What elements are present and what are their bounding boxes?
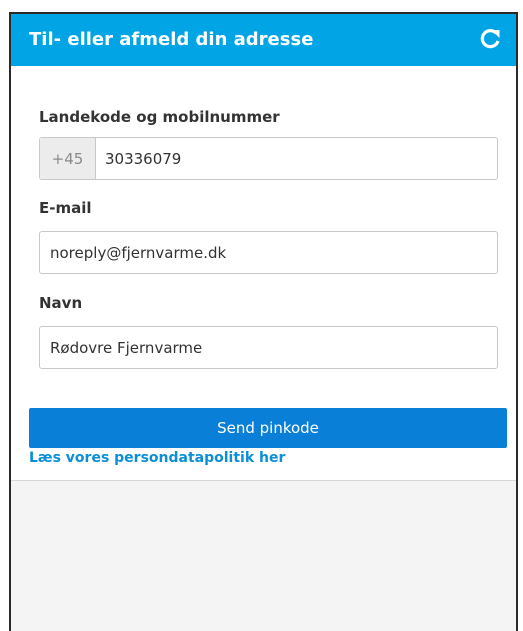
refresh-icon[interactable] [478,27,502,51]
page-title: Til- eller afmeld din adresse [29,29,314,50]
name-label: Navn [39,294,83,312]
country-code-addon: +45 [40,138,96,179]
phone-label: Landekode og mobilnummer [39,108,280,126]
mobile-number-input[interactable] [96,138,497,179]
phone-input-group: +45 [39,137,498,180]
send-pincode-button[interactable]: Send pinkode [29,408,507,448]
email-label: E-mail [39,199,92,217]
email-input-group [39,231,498,274]
window-frame: Til- eller afmeld din adresse Landekode … [9,12,518,631]
name-input[interactable] [40,327,497,368]
privacy-policy-link[interactable]: Læs vores persondatapolitik her [29,450,285,466]
email-input[interactable] [40,232,497,273]
name-input-group [39,326,498,369]
header-bar: Til- eller afmeld din adresse [11,14,516,66]
registration-form: Landekode og mobilnummer +45 E-mail Navn… [11,66,516,481]
